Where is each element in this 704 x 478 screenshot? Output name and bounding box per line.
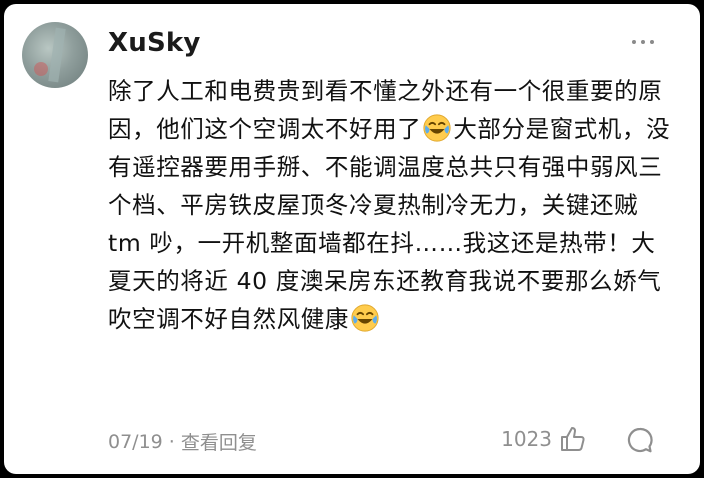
username[interactable]: XuSky (108, 28, 201, 58)
view-replies-link[interactable]: 查看回复 (181, 428, 257, 455)
comment-card: XuSky 除了人工和电费贵到看不懂之外还有一个很重要的原因，他们这个空调太不好… (4, 4, 700, 474)
laughing-crying-emoji-icon (423, 114, 451, 142)
avatar-detail (34, 62, 48, 76)
thumbs-up-icon (561, 427, 585, 451)
avatar[interactable] (22, 22, 88, 88)
like-button[interactable]: 1023 (501, 424, 588, 454)
comment-text: 除了人工和电费贵到看不懂之外还有一个很重要的原因，他们这个空调太不好用了 大部分是… (108, 72, 673, 338)
avatar-detail (48, 27, 66, 83)
more-dots-icon[interactable] (632, 40, 654, 44)
separator-dot: · (168, 430, 175, 453)
comment-text-part-2: 大部分是窗式机，没有遥控器要用手掰、不能调温度总共只有强中弱风三个档、平房铁皮屋… (108, 115, 671, 333)
like-count: 1023 (501, 427, 552, 451)
comment-bubble-icon[interactable] (626, 426, 654, 454)
comment-footer: 07/19 · 查看回复 (108, 428, 257, 455)
comment-date: 07/19 (108, 430, 163, 453)
laughing-crying-emoji-icon (351, 304, 379, 332)
